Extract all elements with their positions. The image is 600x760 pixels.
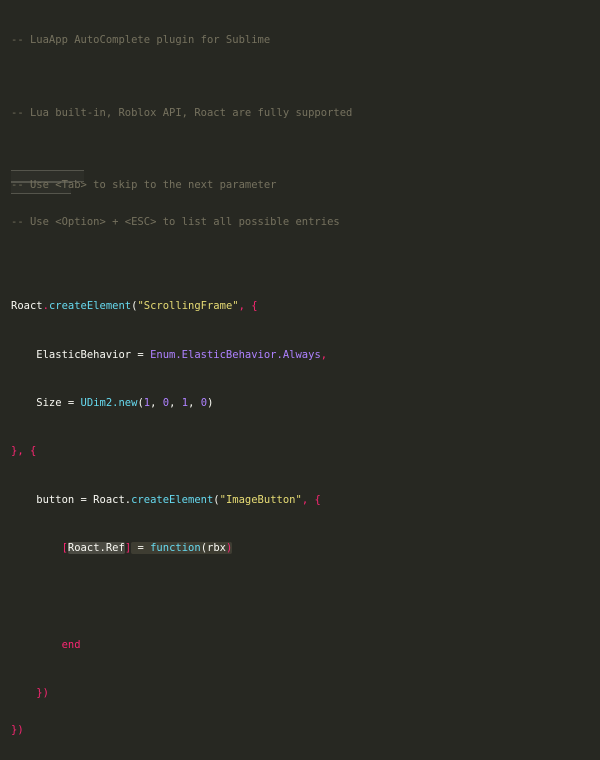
comment-line: -- LuaApp AutoComplete plugin for Sublim… <box>11 34 271 47</box>
operator: = <box>131 542 151 555</box>
code-line: Size = UDim2.new(1, 0, 1, 0) <box>11 397 352 409</box>
comment-line: -- Use <Option> + <ESC> to list all poss… <box>11 215 340 228</box>
punctuation: ) <box>225 542 233 555</box>
punctuation: , <box>188 397 201 409</box>
code-line: button = Roact.createElement("ImageButto… <box>11 494 352 506</box>
code-line: end <box>11 639 352 651</box>
comment-line: -- Use <Tab> to skip to the next paramet… <box>11 179 277 192</box>
code-line: }) <box>11 687 49 700</box>
code-line: }) <box>11 723 24 736</box>
code-line: Roact.createElement("ScrollingFrame", { <box>11 300 352 312</box>
identifier: Roact <box>11 300 43 313</box>
punctuation: , <box>320 348 328 361</box>
punctuation: [ <box>61 542 68 555</box>
function-name: createElement <box>131 493 214 506</box>
string-literal: "ScrollingFrame" <box>137 300 239 313</box>
parameter: rbx <box>207 542 226 555</box>
keyword-end: end <box>61 638 81 651</box>
punctuation: , <box>169 397 182 409</box>
comment-line: -- Lua built-in, Roblox API, Roact are f… <box>11 106 353 119</box>
punctuation: , { <box>238 300 258 313</box>
punctuation: , { <box>301 493 321 506</box>
enum-value: Enum.ElasticBehavior.Always <box>150 348 321 361</box>
identifier: ElasticBehavior = <box>11 348 151 361</box>
function-name: UDim2.new <box>80 397 138 409</box>
code-editor[interactable]: -- LuaApp AutoComplete plugin for Sublim… <box>0 0 600 736</box>
identifier: Size = <box>11 397 81 409</box>
punctuation: ) <box>207 397 214 409</box>
string-literal: "ImageButton" <box>219 493 302 506</box>
snippet-placeholder[interactable]: = function(rbx) <box>131 542 233 555</box>
code-line: }, { <box>11 445 37 458</box>
keyword-function: function <box>150 542 201 555</box>
punctuation: , <box>150 397 163 409</box>
identifier: button = Roact. <box>11 493 132 506</box>
function-name: createElement <box>48 300 132 313</box>
code-text[interactable]: -- LuaApp AutoComplete plugin for Sublim… <box>11 10 352 760</box>
code-line-active: [Roact.Ref] = function(rbx) <box>11 542 352 555</box>
selected-word[interactable]: Roact.Ref <box>67 542 125 555</box>
code-line: ElasticBehavior = Enum.ElasticBehavior.A… <box>11 349 352 361</box>
